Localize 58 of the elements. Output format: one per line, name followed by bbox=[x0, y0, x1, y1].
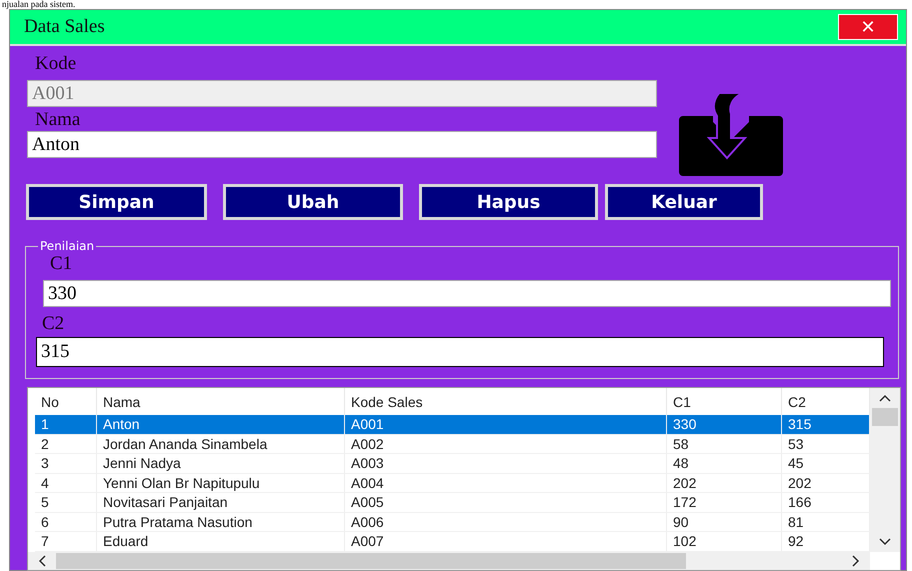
window-title: Data Sales bbox=[24, 16, 105, 38]
table-cell: 3 bbox=[35, 454, 97, 472]
table-cell: A005 bbox=[345, 493, 667, 512]
table-cell: 202 bbox=[667, 474, 782, 492]
table-cell: A006 bbox=[345, 512, 667, 531]
download-tray-icon bbox=[679, 94, 783, 176]
table-cell: A002 bbox=[345, 434, 667, 453]
table-cell: Jenni Nadya bbox=[97, 454, 345, 472]
c2-label: C2 bbox=[42, 313, 66, 335]
action-button[interactable]: Ubah bbox=[223, 184, 403, 220]
table-cell: 102 bbox=[667, 532, 782, 550]
scroll-left-icon[interactable] bbox=[38, 555, 46, 567]
table-cell: 2 bbox=[35, 434, 97, 453]
table-row[interactable]: 4 Yenni Olan Br Napitupulu A004 202 202 bbox=[35, 474, 870, 493]
table-cell: Novitasari Panjaitan bbox=[97, 493, 345, 512]
table-row[interactable]: 3 Jenni Nadya A003 48 45 bbox=[35, 454, 870, 474]
action-button[interactable]: Simpan bbox=[26, 184, 207, 220]
nama-field[interactable]: Anton bbox=[27, 131, 657, 158]
table-cell: A004 bbox=[345, 474, 667, 492]
table-cell: 172 bbox=[667, 493, 782, 512]
table-cell: Eduard bbox=[97, 532, 345, 550]
table-row[interactable]: 1 Anton A001 330 315 bbox=[35, 415, 870, 434]
table-cell: 4 bbox=[35, 474, 97, 492]
scroll-right-icon[interactable] bbox=[852, 555, 860, 567]
table-cell: 1 bbox=[35, 415, 97, 434]
table-row[interactable]: 5 Novitasari Panjaitan A005 172 166 bbox=[35, 493, 870, 512]
close-button[interactable]: ✕ bbox=[838, 14, 898, 40]
table-cell: A007 bbox=[345, 532, 667, 550]
table-cell: 5 bbox=[35, 493, 97, 512]
table-row[interactable]: 2 Jordan Ananda Sinambela A002 58 53 bbox=[35, 434, 870, 454]
scroll-thumb[interactable] bbox=[56, 553, 686, 569]
table-cell: 90 bbox=[667, 512, 782, 531]
table-cell: Jordan Ananda Sinambela bbox=[97, 434, 345, 453]
scroll-down-icon[interactable] bbox=[879, 538, 891, 546]
caption-text: njualan pada sistem. bbox=[1, 0, 76, 9]
table-cell: A003 bbox=[345, 454, 667, 472]
scroll-up-icon[interactable] bbox=[879, 394, 891, 402]
table-cell: 58 bbox=[667, 434, 782, 453]
c2-field[interactable]: 315 bbox=[36, 337, 884, 367]
c1-label: C1 bbox=[50, 253, 74, 275]
table-cell: 6 bbox=[35, 512, 97, 531]
horizontal-scrollbar[interactable] bbox=[28, 552, 870, 570]
c1-field[interactable]: 330 bbox=[43, 280, 891, 307]
action-button[interactable]: Keluar bbox=[605, 184, 763, 220]
scroll-thumb[interactable] bbox=[872, 408, 898, 426]
vertical-scrollbar[interactable] bbox=[870, 388, 900, 552]
table-cell: 48 bbox=[667, 454, 782, 472]
table-cell: Yenni Olan Br Napitupulu bbox=[97, 474, 345, 492]
nama-label: Nama bbox=[35, 109, 82, 131]
table-cell: A001 bbox=[345, 415, 667, 434]
table-cell: Anton bbox=[97, 415, 345, 434]
table-cell: 7 bbox=[35, 532, 97, 550]
kode-label: Kode bbox=[35, 53, 78, 75]
table-row[interactable]: 6 Putra Pratama Nasution A006 90 81 bbox=[35, 512, 870, 532]
table-cell: 330 bbox=[667, 415, 782, 434]
table-cell: Putra Pratama Nasution bbox=[97, 512, 345, 531]
group-title: Penilaian bbox=[39, 239, 96, 253]
action-button[interactable]: Hapus bbox=[419, 184, 598, 220]
